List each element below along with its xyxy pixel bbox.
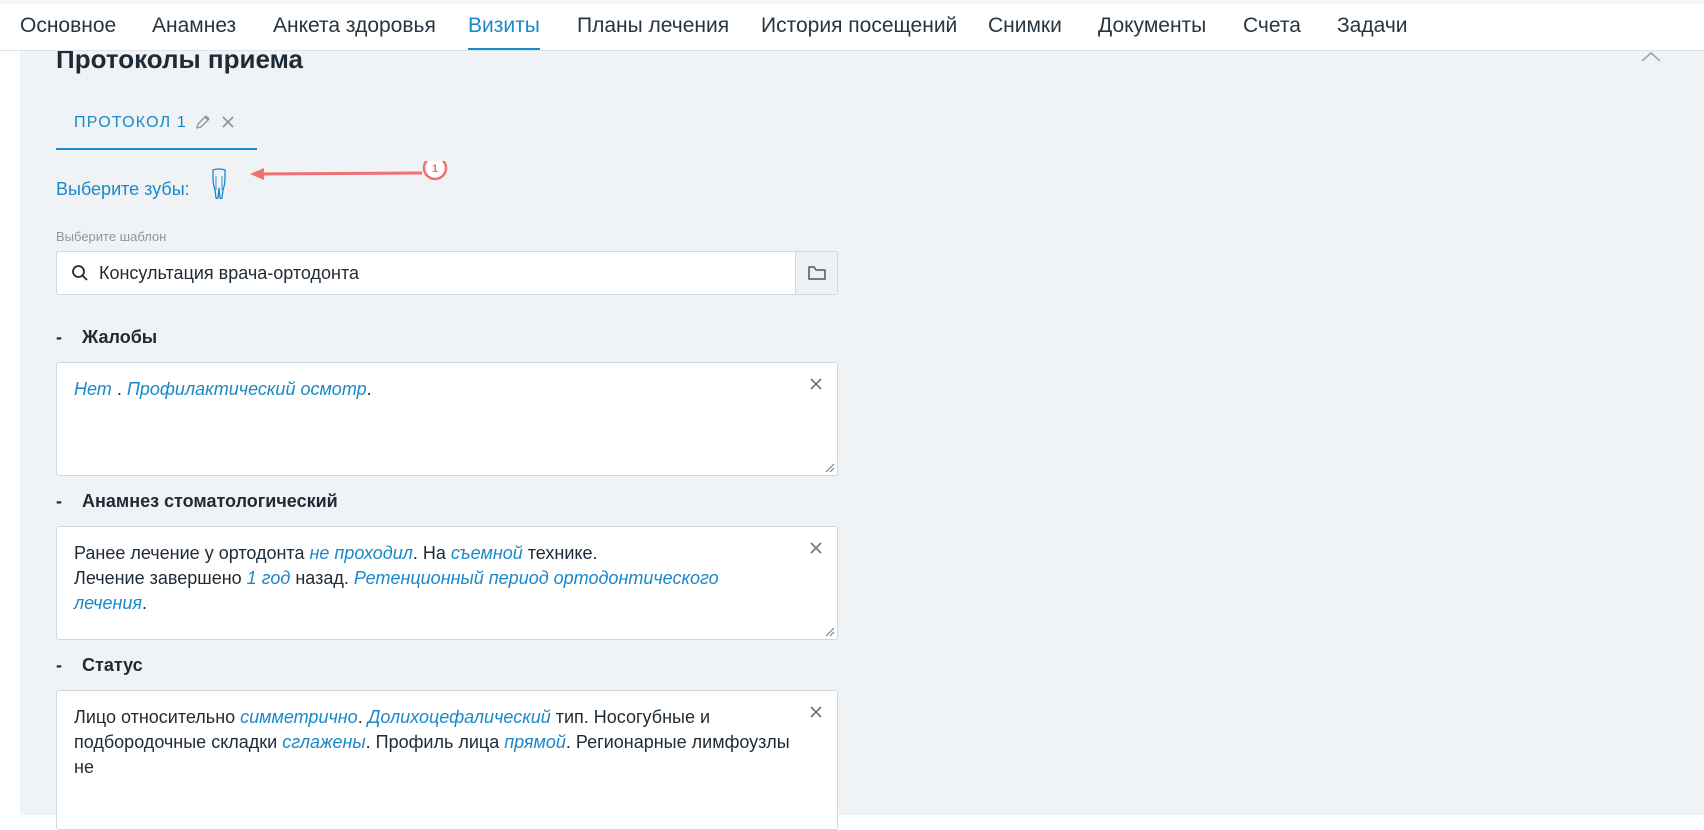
tab-documents[interactable]: Документы (1098, 14, 1206, 38)
template-search-input[interactable]: Консультация врача-ортодонта (56, 251, 838, 295)
protocol-tab-label: ПРОТОКОЛ 1 (74, 114, 188, 131)
text-run: Лечение завершено (74, 568, 247, 588)
template-variable[interactable]: не проходил (310, 543, 413, 563)
clear-icon[interactable] (807, 703, 825, 721)
complaints-textarea[interactable]: Нет . Профилактический осмотр. (56, 362, 838, 476)
text-run: . Профиль лица (365, 732, 505, 752)
folder-button[interactable] (795, 252, 837, 294)
tab-invoices[interactable]: Счета (1243, 14, 1301, 38)
top-divider (0, 0, 1704, 4)
section-dental-anamnesis-title: - Анамнез стоматологический (56, 491, 338, 512)
chevron-up-icon[interactable] (1640, 49, 1662, 65)
resize-handle-icon[interactable] (825, 463, 835, 473)
tab-visits[interactable]: Визиты (468, 14, 540, 50)
template-variable[interactable]: Профилактический осмотр (127, 379, 367, 399)
text-run: подбородочные складки (74, 732, 283, 752)
tab-osnovnoe[interactable]: Основное (20, 14, 116, 38)
section-dash: - (56, 655, 62, 675)
clear-icon[interactable] (807, 375, 825, 393)
text-line: Лицо относительно симметрично. Долихоцеф… (74, 705, 794, 730)
text-run: . (357, 707, 368, 727)
text-line: подбородочные складки сглажены. Профиль … (74, 730, 794, 780)
tab-visit-history[interactable]: История посещений (761, 14, 957, 38)
text-run: . (111, 379, 127, 399)
template-variable[interactable]: Нет (74, 379, 112, 399)
pencil-icon[interactable] (194, 113, 212, 131)
tooth-icon[interactable] (209, 168, 229, 200)
text-run: назад. (290, 568, 354, 588)
section-dash: - (56, 491, 62, 511)
tab-tasks[interactable]: Задачи (1337, 14, 1408, 38)
section-status-title: - Статус (56, 655, 143, 676)
clear-icon[interactable] (807, 539, 825, 557)
template-variable[interactable]: сглажены (282, 732, 365, 752)
text-run: . (366, 379, 372, 399)
annotation-arrow: 1 (250, 161, 448, 181)
template-variable[interactable]: съемной (451, 543, 523, 563)
text-line: Нет . Профилактический осмотр. (74, 377, 794, 402)
text-run: . На (412, 543, 451, 563)
top-tab-bar: Основное Анамнез Анкета здоровья Визиты … (0, 0, 1704, 51)
tab-treatment-plans[interactable]: Планы лечения (577, 14, 729, 38)
close-icon[interactable] (219, 113, 237, 131)
section-title: Анамнез стоматологический (82, 491, 338, 511)
annotation-number: 1 (432, 163, 438, 175)
text-run: технике. (522, 543, 598, 563)
section-dash: - (56, 327, 62, 347)
template-label: Выберите шаблон (56, 229, 167, 244)
section-title: Жалобы (82, 327, 158, 347)
status-textarea[interactable]: Лицо относительно симметрично. Долихоцеф… (56, 690, 838, 830)
template-variable[interactable]: 1 год (247, 568, 291, 588)
section-text: Ранее лечение у ортодонта не проходил. Н… (74, 541, 794, 616)
section-complaints-title: - Жалобы (56, 327, 157, 348)
section-title: Статус (82, 655, 143, 675)
template-variable[interactable]: Долихоцефалический (368, 707, 551, 727)
text-run: Ранее лечение у ортодонта (74, 543, 310, 563)
protocols-panel: Протоколы приема ПРОТОКОЛ 1 Выберите зуб… (20, 44, 1704, 830)
text-line: Ранее лечение у ортодонта не проходил. Н… (74, 541, 794, 566)
text-line: Лечение завершено 1 год назад. Ретенцион… (74, 566, 794, 616)
section-text: Нет . Профилактический осмотр. (74, 377, 794, 402)
select-teeth-label: Выберите зубы: (56, 179, 190, 199)
text-run: . (142, 593, 148, 613)
search-icon (72, 265, 88, 281)
template-variable[interactable]: симметрично (240, 707, 358, 727)
tab-health-form[interactable]: Анкета здоровья (273, 14, 436, 38)
dental-anamnesis-textarea[interactable]: Ранее лечение у ортодонта не проходил. Н… (56, 526, 838, 640)
tab-anamnez[interactable]: Анамнез (152, 14, 236, 38)
section-text: Лицо относительно симметрично. Долихоцеф… (74, 705, 794, 780)
text-run: Лицо относительно (74, 707, 241, 727)
tab-images[interactable]: Снимки (988, 14, 1062, 38)
folder-icon (808, 266, 826, 280)
protocol-tab[interactable]: ПРОТОКОЛ 1 (56, 102, 257, 150)
text-run: тип. Носогубные и (550, 707, 711, 727)
template-variable[interactable]: прямой (504, 732, 566, 752)
resize-handle-icon[interactable] (825, 627, 835, 637)
template-value: Консультация врача-ортодонта (99, 263, 360, 283)
